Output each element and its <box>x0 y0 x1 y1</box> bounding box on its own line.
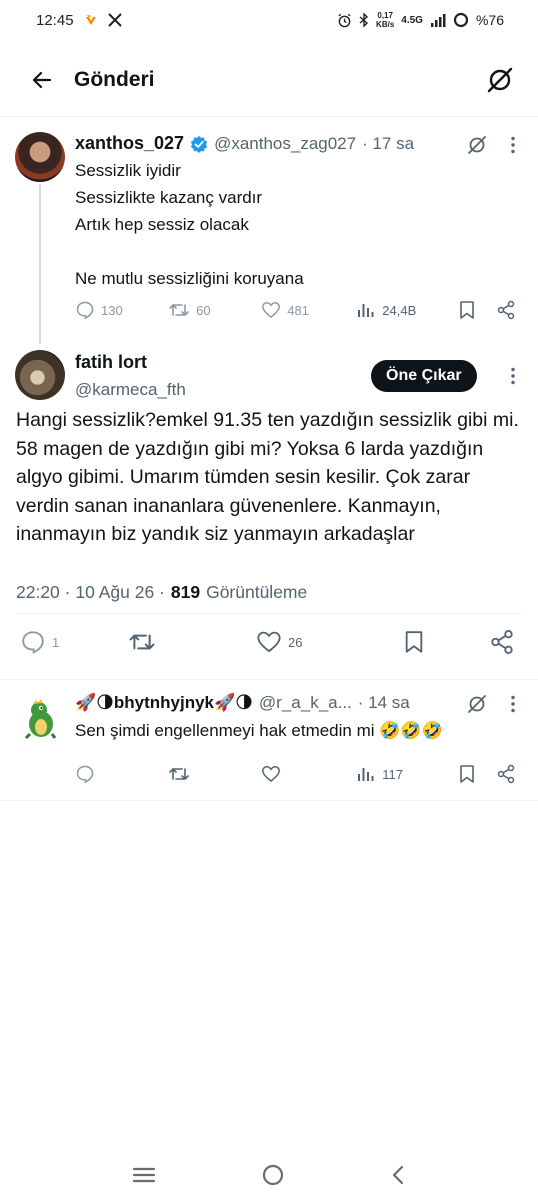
display-name[interactable]: fatih lort <box>75 352 147 373</box>
list-end-divider <box>0 800 538 801</box>
tweet-actions: 130 60 481 24,4B <box>75 300 525 320</box>
alarm-icon <box>337 13 352 28</box>
header-divider <box>0 116 538 117</box>
post-header: Gönderi <box>0 52 538 108</box>
handle[interactable]: @xanthos_zag027 <box>214 134 356 154</box>
share-icon[interactable] <box>486 300 525 320</box>
handle[interactable]: @karmeca_fth <box>75 380 186 400</box>
views-count: 24,4B <box>382 302 417 318</box>
battery-icon <box>453 12 469 28</box>
speed-unit: KB/s <box>376 20 395 29</box>
views-button[interactable]: 117 <box>356 764 447 784</box>
handle[interactable]: @r_a_k_a... <box>259 693 352 713</box>
main-tweet-text: Hangi sessizlik?emkel 91.35 ten yazdığın… <box>16 409 519 545</box>
repost-button[interactable] <box>128 629 228 655</box>
reply-button[interactable] <box>75 764 168 784</box>
main-tweet-actions: 1 26 <box>20 629 522 655</box>
tweet-divider <box>0 679 538 680</box>
avatar[interactable] <box>15 350 65 400</box>
grok-small-icon[interactable] <box>467 135 487 155</box>
reply-tweet-text: Sen şimdi engellenmeyi hak etmedin mi 🤣🤣… <box>75 721 443 740</box>
signal-icon <box>430 13 446 27</box>
repost-icon <box>169 768 189 780</box>
recent-apps-icon[interactable] <box>132 1165 156 1185</box>
x-logo-icon <box>107 13 122 27</box>
avatar[interactable] <box>15 694 65 744</box>
bookmark-icon[interactable] <box>447 764 486 784</box>
back-arrow-icon <box>32 71 52 89</box>
back-nav-icon[interactable] <box>390 1164 406 1186</box>
tweet-time[interactable]: · 14 sa <box>358 693 410 713</box>
share-icon[interactable] <box>482 629 522 655</box>
more-options-icon[interactable] <box>504 135 522 155</box>
reply-button[interactable]: 1 <box>20 629 100 655</box>
highlight-button[interactable]: Öne Çıkar <box>371 360 477 392</box>
display-name[interactable]: xanthos_027 <box>75 133 184 154</box>
speed-value: 0,17 <box>377 11 393 20</box>
dinosaur-avatar-icon <box>24 699 57 740</box>
tweet-time[interactable]: · 17 sa <box>362 134 414 154</box>
like-button[interactable]: 481 <box>261 300 356 320</box>
grok-small-icon[interactable] <box>467 694 487 714</box>
battery-percent: %76 <box>475 12 504 28</box>
views-count: 819 <box>170 582 201 602</box>
reply-icon <box>22 631 44 654</box>
share-icon[interactable] <box>486 764 525 784</box>
heart-icon <box>262 766 281 782</box>
repost-icon <box>169 304 189 316</box>
like-count: 481 <box>287 302 309 318</box>
views-chart-icon <box>358 768 374 781</box>
reply-tweet-actions: 117 <box>75 764 525 784</box>
reply-tweet-header: 🚀🌗bhytnhyjnyk🚀🌗 @r_a_k_a... · 14 sa <box>75 693 410 713</box>
like-button[interactable]: 26 <box>256 629 346 655</box>
tweet-header: xanthos_027 @xanthos_zag027 · 17 sa <box>75 133 414 154</box>
tweet-timestamp[interactable]: 22:20 · 10 Ağu 26 · <box>16 582 165 603</box>
page-title: Gönderi <box>74 68 155 91</box>
views-button[interactable]: 24,4B <box>356 300 447 320</box>
views-chart-icon <box>358 304 374 317</box>
reply-count: 130 <box>101 302 123 318</box>
verified-badge-icon <box>190 135 208 153</box>
tweet-meta: 22:20 · 10 Ağu 26 · 819 Görüntüleme <box>16 582 307 603</box>
more-options-icon[interactable] <box>504 694 522 714</box>
repost-button[interactable]: 60 <box>168 300 261 320</box>
reply-button[interactable]: 130 <box>75 300 168 320</box>
grok-button[interactable] <box>480 60 520 100</box>
home-icon[interactable] <box>261 1163 285 1187</box>
repost-count: 60 <box>196 302 211 318</box>
grok-icon <box>487 67 513 93</box>
reply-count: 1 <box>52 634 60 650</box>
avatar[interactable] <box>15 132 65 182</box>
repost-button[interactable] <box>168 764 261 784</box>
heart-icon <box>262 302 281 318</box>
main-tweet-handle-row: @karmeca_fth <box>75 380 186 400</box>
thread-line <box>39 184 41 344</box>
network-type: 4.5G <box>401 14 423 26</box>
bookmark-icon[interactable] <box>447 300 486 320</box>
views-count: 117 <box>382 766 403 782</box>
system-nav-bar <box>0 1150 538 1200</box>
meta-divider <box>16 613 522 614</box>
views-label: Görüntüleme <box>206 582 308 602</box>
like-count: 26 <box>288 634 303 650</box>
like-button[interactable] <box>261 764 356 784</box>
back-button[interactable] <box>22 60 62 100</box>
network-speed: 0,17 KB/s <box>376 11 394 29</box>
display-name[interactable]: 🚀🌗bhytnhyjnyk🚀🌗 <box>75 693 253 713</box>
status-bar: 12:45 0,17 KB/s 4.5G %76 <box>0 0 538 40</box>
bluetooth-icon <box>359 13 369 27</box>
repost-icon <box>129 634 155 650</box>
app-notification-icon <box>84 13 98 27</box>
main-tweet-author: fatih lort <box>75 352 147 373</box>
heart-icon <box>257 631 281 653</box>
status-time: 12:45 <box>36 11 74 29</box>
bookmark-icon[interactable] <box>374 629 454 655</box>
reply-icon <box>76 765 94 784</box>
reply-icon <box>76 301 94 320</box>
more-options-icon[interactable] <box>504 366 522 386</box>
tweet-text: Sessizlik iyidir Sessizlikte kazanç vard… <box>75 161 304 288</box>
